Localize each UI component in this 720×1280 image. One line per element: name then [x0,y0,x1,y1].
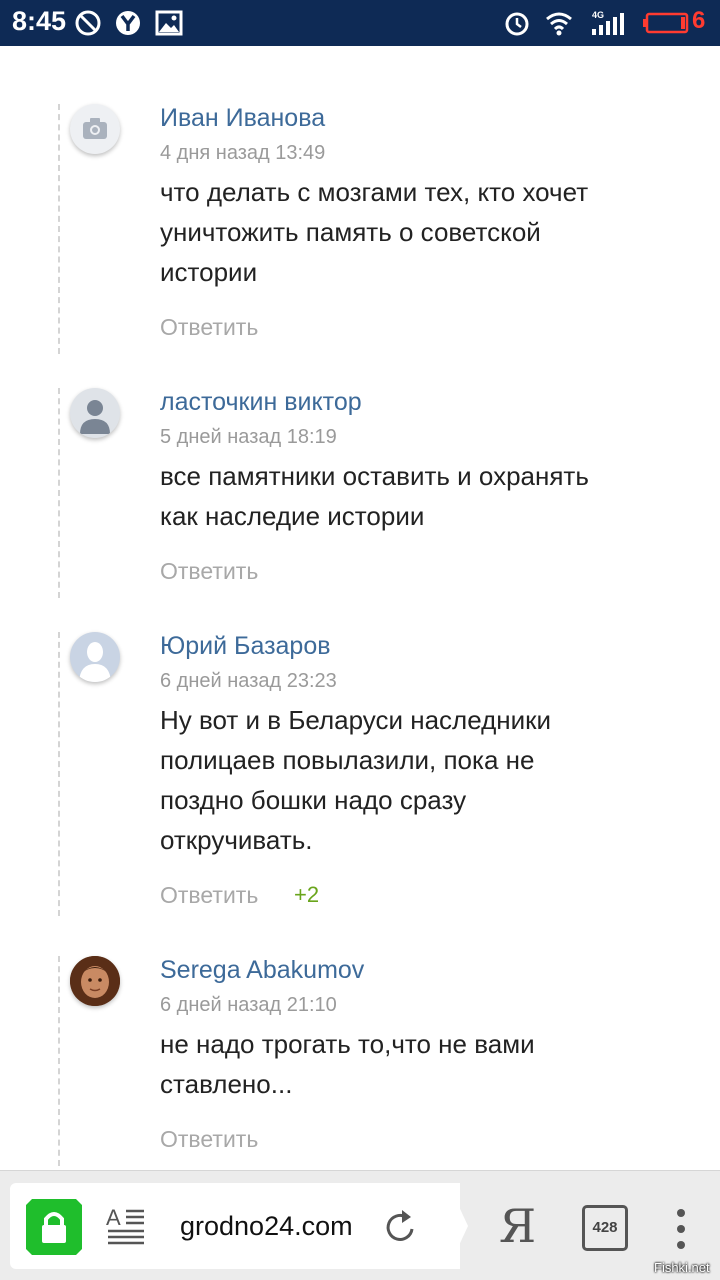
yandex-button[interactable]: Я [499,1199,536,1253]
comment-author[interactable]: Юрий Базаров [160,632,331,661]
avatar[interactable] [70,388,120,438]
user-photo [70,956,120,1006]
votes-count: +2 [294,882,320,907]
comment-text: не надо трогать то,что не вами ставлено.… [160,1029,535,1099]
comment-date: 4 дня назад 13:49 [160,142,326,164]
status-time: 8:45 [12,6,67,36]
more-menu-icon[interactable] [672,1207,690,1251]
avatar[interactable] [70,956,120,1006]
avatar[interactable] [70,632,120,682]
comment-date: 6 дней назад 23:23 [160,670,337,692]
do-not-disturb-icon [75,10,101,36]
reply-button[interactable]: Ответить [160,1126,258,1153]
image-icon [155,10,183,36]
comment-date: 5 дней назад 18:19 [160,426,337,448]
default-profile-icon [79,642,111,682]
comment-text: Ну вот и в Беларуси наследники полицаев … [160,705,552,855]
avatar[interactable] [70,104,120,154]
comment-date: 6 дней назад 21:10 [160,994,337,1016]
thread-line [58,956,60,1166]
address-bar-arrow [430,1183,468,1269]
status-bar: 8:45 4G 6 [0,0,720,46]
tabs-button[interactable]: 428 [582,1205,628,1251]
watermark: Fishki.net [654,1260,710,1275]
alarm-icon [505,12,529,36]
camera-placeholder-icon [83,118,107,139]
battery-low-icon [643,12,689,34]
reply-button[interactable]: Ответить [160,558,258,585]
thread-line [58,632,60,916]
signal-icon: 4G [592,10,624,35]
reply-button[interactable]: Ответить [160,882,258,909]
browser-bottom-bar: A grodno24.com Я 428 [0,1170,720,1280]
url-text[interactable]: grodno24.com [180,1211,364,1242]
svg-text:4G: 4G [592,10,604,20]
svg-text:A: A [106,1205,121,1230]
battery-level: 6 [692,7,706,34]
wifi-icon [546,12,572,36]
comment-author[interactable]: Serega Abakumov [160,956,364,985]
yandex-icon [116,11,140,35]
user-silhouette-icon [80,400,110,434]
reader-mode-icon[interactable]: A [106,1205,146,1249]
comment-author[interactable]: ласточкин виктор [160,388,362,417]
comment-text: все памятники оставить и охранять как на… [160,461,589,531]
comment-text: что делать с мозгами тех, кто хочет унич… [160,177,589,287]
thread-line [58,104,60,354]
thread-line [58,388,60,598]
reply-button[interactable]: Ответить [160,314,258,341]
reload-icon[interactable] [382,1207,420,1247]
comment-author[interactable]: Иван Иванова [160,104,325,133]
lock-icon[interactable] [26,1199,82,1255]
comments-list: Иван Иванова 4 дня назад 13:49 что делат… [0,46,720,1170]
